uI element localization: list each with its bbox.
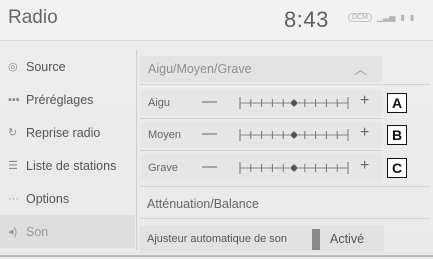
sidebar-item-label: Préréglages	[26, 92, 94, 107]
sound-icon: ◂)	[8, 226, 18, 238]
source-icon: ◎	[8, 61, 18, 73]
bass-plus-button[interactable]: +	[360, 157, 369, 175]
sidebar-item-label: Son	[26, 224, 49, 239]
divider	[140, 150, 382, 151]
sidebar-item-radio-resume[interactable]: ↻ Reprise radio	[0, 116, 135, 149]
tone-section-title: Aigu/Moyen/Grave	[148, 62, 252, 76]
sidebar-item-sound[interactable]: ◂) Son	[0, 215, 135, 248]
auto-sound-levelizer-row[interactable]: Ajusteur automatique de son Activé	[140, 226, 384, 253]
mid-plus-button[interactable]: +	[360, 124, 369, 142]
divider	[140, 84, 430, 85]
frame-edge	[0, 255, 433, 257]
radio-resume-icon: ↻	[8, 127, 18, 139]
sidebar-divider	[136, 50, 137, 250]
slider-level-dot[interactable]	[291, 100, 297, 106]
bass-row: Grave — +	[140, 155, 382, 181]
auto-sound-levelizer-label: Ajusteur automatique de son	[147, 233, 288, 245]
mid-row: Moyen — +	[140, 122, 382, 148]
treble-minus-button[interactable]: —	[202, 93, 217, 110]
page-title: Radio	[8, 7, 58, 28]
mid-minus-button[interactable]: —	[202, 125, 217, 142]
toggle-indicator	[312, 229, 320, 250]
signal-bars-icon: ▁▃▅	[376, 12, 396, 22]
sidebar-item-options[interactable]: ··· Options	[0, 182, 135, 215]
radio-sound-screen: Radio 8:43 DCM ▁▃▅ ▮ ▮ ◎ Source ▪▪▪ Prér…	[0, 0, 433, 259]
sidebar-item-source[interactable]: ◎ Source	[0, 50, 135, 83]
sidebar-item-station-list[interactable]: ☰ Liste de stations	[0, 149, 135, 182]
sidebar-item-presets[interactable]: ▪▪▪ Préréglages	[0, 83, 135, 116]
divider	[140, 218, 430, 219]
treble-label: Aigu	[148, 97, 171, 109]
callout-a: A	[387, 93, 407, 113]
treble-row: Aigu — +	[140, 90, 382, 116]
bass-slider[interactable]	[236, 159, 352, 177]
callout-c: C	[387, 158, 407, 178]
sidebar-item-label: Source	[26, 59, 66, 74]
fader-balance-item[interactable]: Atténuation/Balance	[147, 197, 259, 211]
options-icon: ···	[8, 192, 19, 205]
chevron-up-icon: ︿	[354, 62, 368, 77]
treble-slider[interactable]	[236, 94, 352, 112]
dcm-icon: DCM	[348, 13, 372, 22]
clock: 8:43	[284, 7, 329, 32]
callout-b: B	[387, 125, 407, 145]
status-icons: DCM ▁▃▅ ▮ ▮	[348, 13, 414, 22]
slider-level-dot[interactable]	[291, 132, 297, 138]
auto-sound-levelizer-value: Activé	[330, 232, 365, 246]
mid-slider[interactable]	[236, 126, 352, 144]
sidebar-item-label: Reprise radio	[26, 125, 101, 140]
sidebar: ◎ Source ▪▪▪ Préréglages ↻ Reprise radio…	[0, 50, 135, 248]
slider-level-dot[interactable]	[291, 165, 297, 171]
bass-label: Grave	[148, 162, 178, 174]
battery-icon: ▮	[409, 12, 415, 22]
header-bar: Radio 8:43 DCM ▁▃▅ ▮ ▮	[0, 0, 433, 41]
station-list-icon: ☰	[8, 160, 18, 172]
presets-icon: ▪▪▪	[8, 93, 20, 106]
sidebar-item-label: Liste de stations	[26, 158, 117, 173]
sidebar-item-label: Options	[26, 191, 70, 206]
mid-label: Moyen	[148, 129, 182, 141]
tone-section-header[interactable]: Aigu/Moyen/Grave ︿	[140, 56, 382, 82]
treble-plus-button[interactable]: +	[360, 92, 369, 110]
divider	[140, 118, 382, 119]
phone-icon: ▮	[400, 12, 405, 22]
bass-minus-button[interactable]: —	[202, 158, 217, 175]
divider	[140, 186, 430, 187]
